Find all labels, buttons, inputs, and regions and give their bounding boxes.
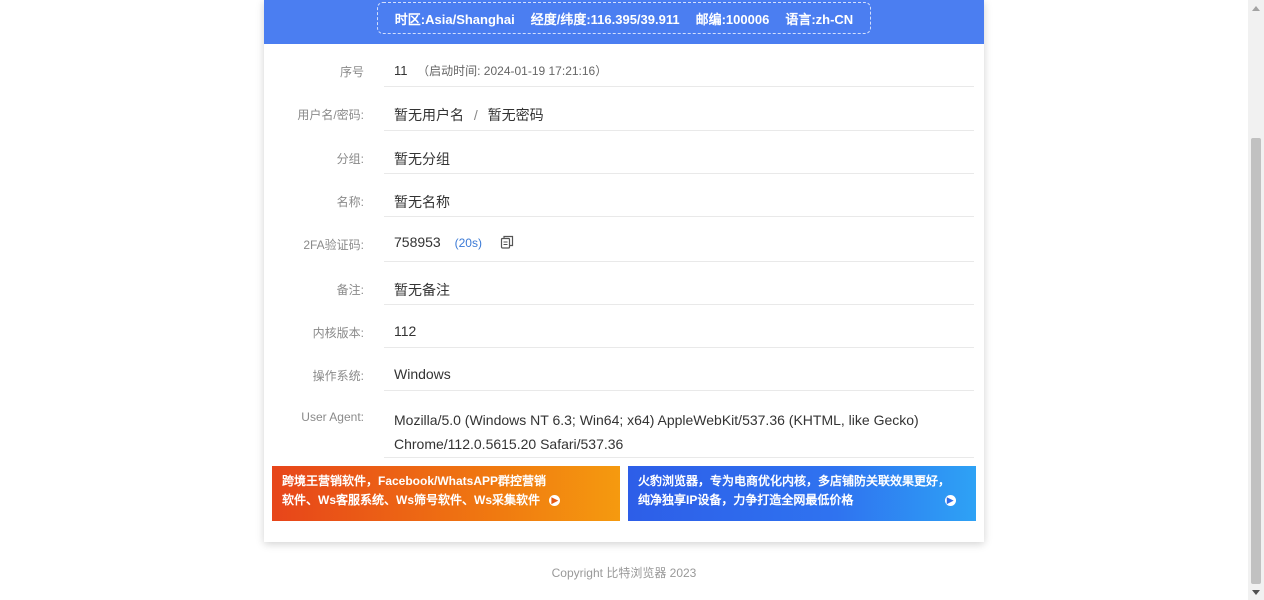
name-label: 名称: — [336, 195, 364, 209]
scroll-down-arrow-icon[interactable] — [1248, 584, 1264, 600]
row-name: 名称: 暂无名称 — [264, 174, 984, 217]
language-text: 语言:zh-CN — [785, 11, 854, 27]
twofa-countdown: (20s) — [454, 236, 482, 250]
group-label: 分组: — [336, 152, 364, 166]
browser-detail-card: 时区:Asia/Shanghai 经度/纬度:116.395/39.911 邮编… — [264, 0, 984, 542]
row-remark: 备注: 暂无备注 — [264, 262, 984, 305]
password-value: 暂无密码 — [487, 107, 544, 123]
row-os: 操作系统: Windows — [264, 348, 984, 391]
scroll-up-arrow-icon[interactable] — [1248, 0, 1264, 16]
twofa-label: 2FA验证码: — [303, 238, 364, 252]
row-2fa: 2FA验证码: 758953 (20s) — [264, 217, 984, 262]
header-band: 时区:Asia/Shanghai 经度/纬度:116.395/39.911 邮编… — [264, 0, 984, 44]
seq-value: 11 — [394, 63, 408, 78]
arrow-right-circle-icon: ▶ — [549, 495, 561, 507]
row-kernel: 内核版本: 112 — [264, 305, 984, 348]
twofa-value-wrap: 758953 (20s) — [394, 234, 972, 252]
arrow-right-circle-icon: ▶ — [944, 495, 956, 507]
row-user-agent: User Agent: Mozilla/5.0 (Windows NT 6.3;… — [264, 391, 984, 458]
seq-value-wrap: 11 （启动时间: 2024-01-19 17:21:16） — [394, 62, 972, 79]
ua-line-2: Chrome/112.0.5615.20 Safari/537.36 — [394, 436, 624, 452]
name-value: 暂无名称 — [394, 194, 450, 210]
start-time-note: （启动时间: 2024-01-19 17:21:16） — [417, 64, 608, 78]
account-label: 用户名/密码: — [297, 108, 364, 122]
banner-right-line-2: 纯净独享IP设备，力争打造全网最低价格 — [638, 493, 854, 507]
vertical-scrollbar[interactable] — [1248, 0, 1264, 600]
ad-banner-huobao[interactable]: 火豹浏览器，专为电商优化内核，多店铺防关联效果更好， 纯净独享IP设备，力争打造… — [628, 466, 976, 521]
ua-value: Mozilla/5.0 (Windows NT 6.3; Win64; x64)… — [394, 408, 972, 456]
twofa-code: 758953 — [394, 234, 441, 250]
remark-label: 备注: — [336, 283, 364, 297]
os-value: Windows — [394, 366, 451, 382]
os-label: 操作系统: — [312, 369, 364, 383]
row-account: 用户名/密码: 暂无用户名 / 暂无密码 — [264, 87, 984, 131]
banner-left-line-1: 跨境王营销软件，Facebook/WhatsAPP群控营销 — [282, 474, 547, 488]
ad-banner-kuajingwang[interactable]: 跨境王营销软件，Facebook/WhatsAPP群控营销 软件、Ws客服系统、… — [272, 466, 620, 521]
row-seq: 序号 11 （启动时间: 2024-01-19 17:21:16） — [264, 44, 984, 87]
ua-line-1: Mozilla/5.0 (Windows NT 6.3; Win64; x64)… — [394, 412, 919, 428]
group-value: 暂无分组 — [394, 151, 450, 167]
footer-copyright: Copyright 比特浏览器 2023 — [551, 566, 697, 580]
coordinates-text: 经度/纬度:116.395/39.911 — [530, 11, 680, 27]
ua-label: User Agent: — [301, 410, 364, 424]
banner-right-line-1: 火豹浏览器，专为电商优化内核，多店铺防关联效果更好， — [638, 474, 951, 488]
remark-value: 暂无备注 — [394, 282, 450, 298]
postal-code-text: 邮编:100006 — [695, 11, 770, 27]
kernel-value: 112 — [394, 323, 417, 339]
seq-label: 序号 — [339, 65, 364, 79]
account-separator: / — [473, 107, 478, 123]
divider — [384, 457, 974, 458]
kernel-label: 内核版本: — [312, 326, 364, 340]
timezone-text: 时区:Asia/Shanghai — [394, 11, 515, 27]
account-value-wrap: 暂无用户名 / 暂无密码 — [394, 105, 972, 125]
scrollbar-thumb[interactable] — [1251, 138, 1261, 584]
row-group: 分组: 暂无分组 — [264, 131, 984, 174]
username-value: 暂无用户名 — [394, 107, 464, 123]
copy-icon[interactable] — [500, 235, 514, 252]
location-info-pill: 时区:Asia/Shanghai 经度/纬度:116.395/39.911 邮编… — [377, 2, 871, 34]
banner-left-line-2: 软件、Ws客服系统、Ws筛号软件、Ws采集软件 — [282, 493, 541, 507]
